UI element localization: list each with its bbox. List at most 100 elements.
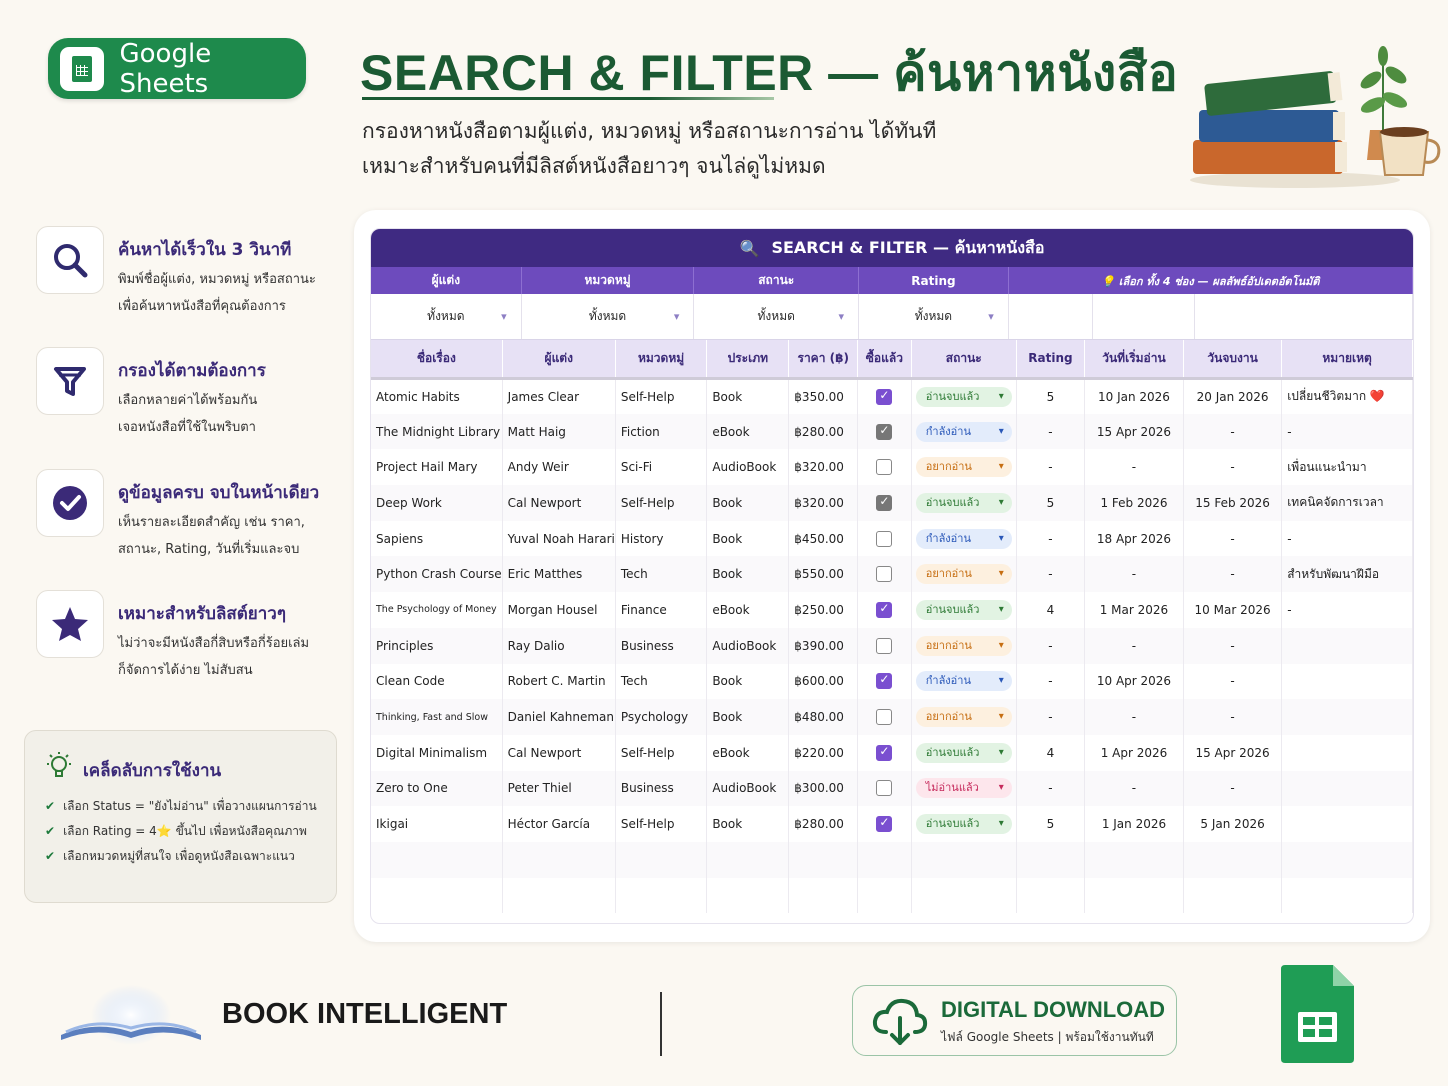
purchased-checkbox[interactable] — [876, 388, 893, 405]
table-row[interactable]: Thinking, Fast and Slow Daniel Kahneman Ps… — [371, 699, 1413, 735]
status-dropdown-chip[interactable]: อยากอ่าน — [915, 564, 1012, 585]
cell-author[interactable]: Héctor García — [502, 806, 616, 842]
cell-title[interactable]: Sapiens — [371, 520, 503, 557]
cell-start-date[interactable]: - — [1084, 627, 1184, 664]
cell-price[interactable]: ฿390.00 — [788, 627, 859, 664]
col-header-price[interactable]: ราคา (฿) — [788, 340, 859, 380]
cell-start-date[interactable]: 1 Apr 2026 — [1084, 734, 1184, 771]
table-row[interactable]: Clean Code Robert C. Martin Tech Book ฿600.0… — [371, 663, 1413, 700]
cell-author[interactable]: Peter Thiel — [502, 770, 616, 807]
cell-start-date[interactable]: 10 Jan 2026 — [1084, 378, 1184, 414]
cell-note[interactable]: - — [1281, 413, 1413, 450]
purchased-checkbox[interactable] — [876, 637, 893, 654]
empty-cell[interactable] — [788, 841, 859, 878]
empty-cell[interactable] — [615, 841, 708, 878]
cell-category[interactable]: Self-Help — [615, 485, 708, 521]
cell-title[interactable]: Deep Work — [371, 485, 503, 521]
cell-price[interactable]: ฿320.00 — [788, 449, 859, 486]
cell-rating[interactable]: 4 — [1016, 592, 1085, 628]
purchased-checkbox[interactable] — [876, 780, 893, 797]
cell-note[interactable]: เทคนิคจัดการเวลา — [1281, 485, 1413, 521]
cell-author[interactable]: Ray Dalio — [502, 627, 616, 664]
cell-bought[interactable] — [857, 734, 912, 771]
table-row[interactable]: Principles Ray Dalio Business AudioBook ฿390… — [371, 627, 1413, 664]
purchased-checkbox[interactable] — [876, 423, 893, 440]
col-header-status[interactable]: สถานะ — [911, 340, 1017, 380]
cell-end-date[interactable]: - — [1183, 449, 1283, 486]
cell-bought[interactable] — [857, 663, 912, 700]
cell-end-date[interactable]: 5 Jan 2026 — [1183, 806, 1283, 842]
filter-rating-dropdown[interactable]: ทั้งหมด — [859, 294, 1009, 339]
cell-category[interactable]: History — [615, 520, 708, 557]
empty-cell[interactable] — [1183, 877, 1283, 914]
cell-end-date[interactable]: - — [1183, 520, 1283, 557]
cell-rating[interactable]: - — [1016, 413, 1085, 450]
empty-cell[interactable] — [371, 877, 503, 914]
cell-type[interactable]: AudioBook — [706, 449, 790, 486]
purchased-checkbox[interactable] — [876, 709, 893, 726]
cell-author[interactable]: Andy Weir — [502, 449, 616, 486]
cell-price[interactable]: ฿600.00 — [788, 663, 859, 700]
cell-type[interactable]: AudioBook — [706, 770, 790, 807]
filter-status-dropdown[interactable]: ทั้งหมด — [694, 294, 860, 339]
cell-rating[interactable]: - — [1016, 627, 1085, 664]
cell-type[interactable]: eBook — [706, 734, 790, 771]
cell-bought[interactable] — [857, 485, 912, 521]
cell-note[interactable] — [1281, 806, 1413, 842]
empty-cell[interactable] — [911, 841, 1017, 878]
cell-status[interactable]: กำลังอ่าน — [911, 520, 1017, 557]
cell-status[interactable]: อยากอ่าน — [911, 556, 1017, 593]
cell-author[interactable]: Daniel Kahneman — [502, 699, 616, 735]
cell-category[interactable]: Finance — [615, 592, 708, 628]
cell-status[interactable]: อ่านจบแล้ว — [911, 592, 1017, 628]
cell-title[interactable]: Ikigai — [371, 806, 503, 842]
empty-cell[interactable] — [788, 877, 859, 914]
cell-note[interactable] — [1281, 699, 1413, 735]
status-dropdown-chip[interactable]: อยากอ่าน — [915, 457, 1012, 478]
col-header-end-date[interactable]: วันจบงาน — [1183, 340, 1283, 380]
cell-status[interactable]: อ่านจบแล้ว — [911, 378, 1017, 414]
cell-note[interactable]: เปลี่ยนชีวิตมาก ❤️ — [1281, 378, 1413, 414]
col-header-rating[interactable]: Rating — [1016, 340, 1085, 380]
purchased-checkbox[interactable] — [876, 744, 893, 761]
cell-type[interactable]: Book — [706, 485, 790, 521]
filter-author-dropdown[interactable]: ทั้งหมด — [371, 294, 522, 339]
cell-bought[interactable] — [857, 556, 912, 593]
cell-price[interactable]: ฿450.00 — [788, 520, 859, 557]
cell-category[interactable]: Sci-Fi — [615, 449, 708, 486]
cell-rating[interactable]: - — [1016, 556, 1085, 593]
empty-cell[interactable] — [1183, 841, 1283, 878]
cell-bought[interactable] — [857, 592, 912, 628]
empty-cell[interactable] — [1016, 877, 1085, 914]
cell-price[interactable]: ฿280.00 — [788, 806, 859, 842]
cell-note[interactable] — [1281, 663, 1413, 700]
cell-end-date[interactable]: - — [1183, 770, 1283, 807]
table-row[interactable]: IkigaiHéctor GarcíaSelf-HelpBook฿280.00 อ… — [371, 806, 1413, 842]
purchased-checkbox[interactable] — [876, 815, 893, 833]
cell-rating[interactable]: - — [1016, 449, 1085, 486]
cell-category[interactable]: Tech — [615, 663, 708, 700]
cell-title[interactable]: Atomic Habits — [371, 378, 503, 414]
cell-end-date[interactable]: 15 Apr 2026 — [1183, 734, 1283, 771]
cell-type[interactable]: AudioBook — [706, 627, 790, 664]
cell-start-date[interactable]: 10 Apr 2026 — [1084, 663, 1184, 700]
cell-status[interactable]: อยากอ่าน — [911, 627, 1017, 664]
cell-end-date[interactable]: - — [1183, 627, 1283, 664]
empty-cell[interactable] — [371, 841, 503, 878]
cell-status[interactable]: อยากอ่าน — [911, 699, 1017, 735]
table-row[interactable]: Sapiens Yuval Noah Harari History Book ฿450.… — [371, 520, 1413, 557]
cell-bought[interactable] — [857, 806, 912, 842]
col-header-category[interactable]: หมวดหมู่ — [615, 340, 708, 380]
col-header-start-date[interactable]: วันที่เริ่มอ่าน — [1084, 340, 1184, 380]
filter-category-dropdown[interactable]: ทั้งหมด — [522, 294, 695, 339]
cell-note[interactable] — [1281, 734, 1413, 771]
cell-note[interactable]: - — [1281, 520, 1413, 557]
cell-bought[interactable] — [857, 770, 912, 807]
cell-title[interactable]: Digital Minimalism — [371, 734, 503, 771]
col-header-author[interactable]: ผู้แต่ง — [502, 340, 616, 380]
cell-rating[interactable]: 5 — [1016, 378, 1085, 414]
status-dropdown-chip[interactable]: อ่านจบแล้ว — [915, 814, 1012, 835]
status-dropdown-chip[interactable]: กำลังอ่าน — [915, 421, 1012, 442]
empty-cell[interactable] — [911, 877, 1017, 914]
cell-bought[interactable] — [857, 627, 912, 664]
